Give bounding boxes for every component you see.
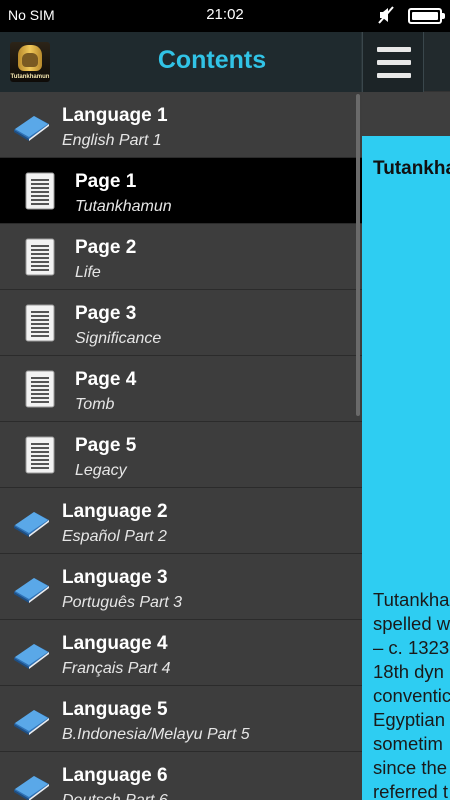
book-icon [12, 772, 50, 800]
language-item-8[interactable]: Language 3 Português Part 3 [0, 554, 362, 620]
nav-item-label: Language 4 [62, 633, 168, 654]
nav-item-label: Page 2 [75, 237, 137, 258]
document-icon [24, 304, 56, 342]
toolbar-strip [362, 92, 450, 136]
body-line: since the [373, 757, 448, 778]
document-icon [24, 172, 56, 210]
navigation-drawer: Tutankhamun Contents Language 1 English P… [0, 32, 362, 800]
language-item-7[interactable]: Language 2 Español Part 2 [0, 488, 362, 554]
nav-item-label: Page 5 [75, 435, 137, 456]
nav-item-subtitle: Français Part 4 [62, 660, 171, 677]
nav-item-label: Page 3 [75, 303, 137, 324]
nav-item-label: Page 1 [75, 171, 137, 192]
nav-item-label: Language 3 [62, 567, 168, 588]
body-line: spelled w [373, 613, 450, 634]
body-line: referred t [373, 781, 449, 800]
page-body: Tutankha spelled w – c. 1323 18th dyn conven… [373, 588, 450, 800]
language-item-9[interactable]: Language 4 Français Part 4 [0, 620, 362, 686]
document-icon [24, 436, 56, 474]
body-line: sometim [373, 733, 443, 754]
nav-item-subtitle: Deutsch Part 6 [62, 792, 168, 800]
nav-item-label: Page 4 [75, 369, 137, 390]
nav-item-subtitle: English Part 1 [62, 132, 162, 149]
book-icon [12, 112, 50, 142]
page-item-6[interactable]: Page 5 Legacy [0, 422, 362, 488]
body-line: conventic [373, 685, 450, 706]
battery-icon [408, 8, 445, 24]
scrollbar[interactable] [356, 94, 360, 416]
book-icon [12, 574, 50, 604]
book-icon [12, 640, 50, 670]
language-item-11[interactable]: Language 6 Deutsch Part 6 [0, 752, 362, 800]
nav-item-subtitle: Significance [75, 330, 162, 347]
drawer-title: Contents [157, 46, 267, 74]
nav-item-subtitle: Tutankhamun [75, 198, 172, 215]
mute-icon [378, 6, 394, 24]
body-line: – c. 1323 [373, 637, 450, 658]
app-logo: Tutankhamun [10, 42, 50, 82]
nav-item-label: Language 6 [62, 765, 168, 786]
body-line: 18th dyn [373, 661, 444, 682]
page-item-4[interactable]: Page 3 Significance [0, 290, 362, 356]
menu-button[interactable] [362, 32, 424, 92]
nav-item-subtitle: Legacy [75, 462, 127, 479]
page-title: Tutankha [373, 158, 450, 179]
body-line: Egyptian [373, 709, 445, 730]
drawer-header: Tutankhamun Contents [0, 32, 362, 92]
book-icon [12, 508, 50, 538]
page-item-3[interactable]: Page 2 Life [0, 224, 362, 290]
body-line: Tutankha [373, 589, 450, 610]
nav-item-subtitle: B.Indonesia/Melayu Part 5 [62, 726, 250, 743]
nav-item-subtitle: Life [75, 264, 101, 281]
page-item-5[interactable]: Page 4 Tomb [0, 356, 362, 422]
nav-item-subtitle: Tomb [75, 396, 115, 413]
nav-item-subtitle: Português Part 3 [62, 594, 183, 611]
nav-item-subtitle: Español Part 2 [62, 528, 167, 545]
book-icon [12, 706, 50, 736]
document-icon [24, 238, 56, 276]
status-bar: No SIM 21:02 [0, 0, 450, 32]
language-item-1[interactable]: Language 1 English Part 1 [0, 92, 362, 158]
nav-item-label: Language 1 [62, 105, 168, 126]
nav-item-label: Language 5 [62, 699, 168, 720]
page-item-2[interactable]: Page 1 Tutankhamun [0, 158, 362, 224]
hamburger-icon [377, 47, 411, 52]
page-content[interactable]: Tutankha Tutankha spelled w – c. 1323 18th … [362, 136, 450, 800]
language-item-10[interactable]: Language 5 B.Indonesia/Melayu Part 5 [0, 686, 362, 752]
document-icon [24, 370, 56, 408]
nav-item-label: Language 2 [62, 501, 168, 522]
